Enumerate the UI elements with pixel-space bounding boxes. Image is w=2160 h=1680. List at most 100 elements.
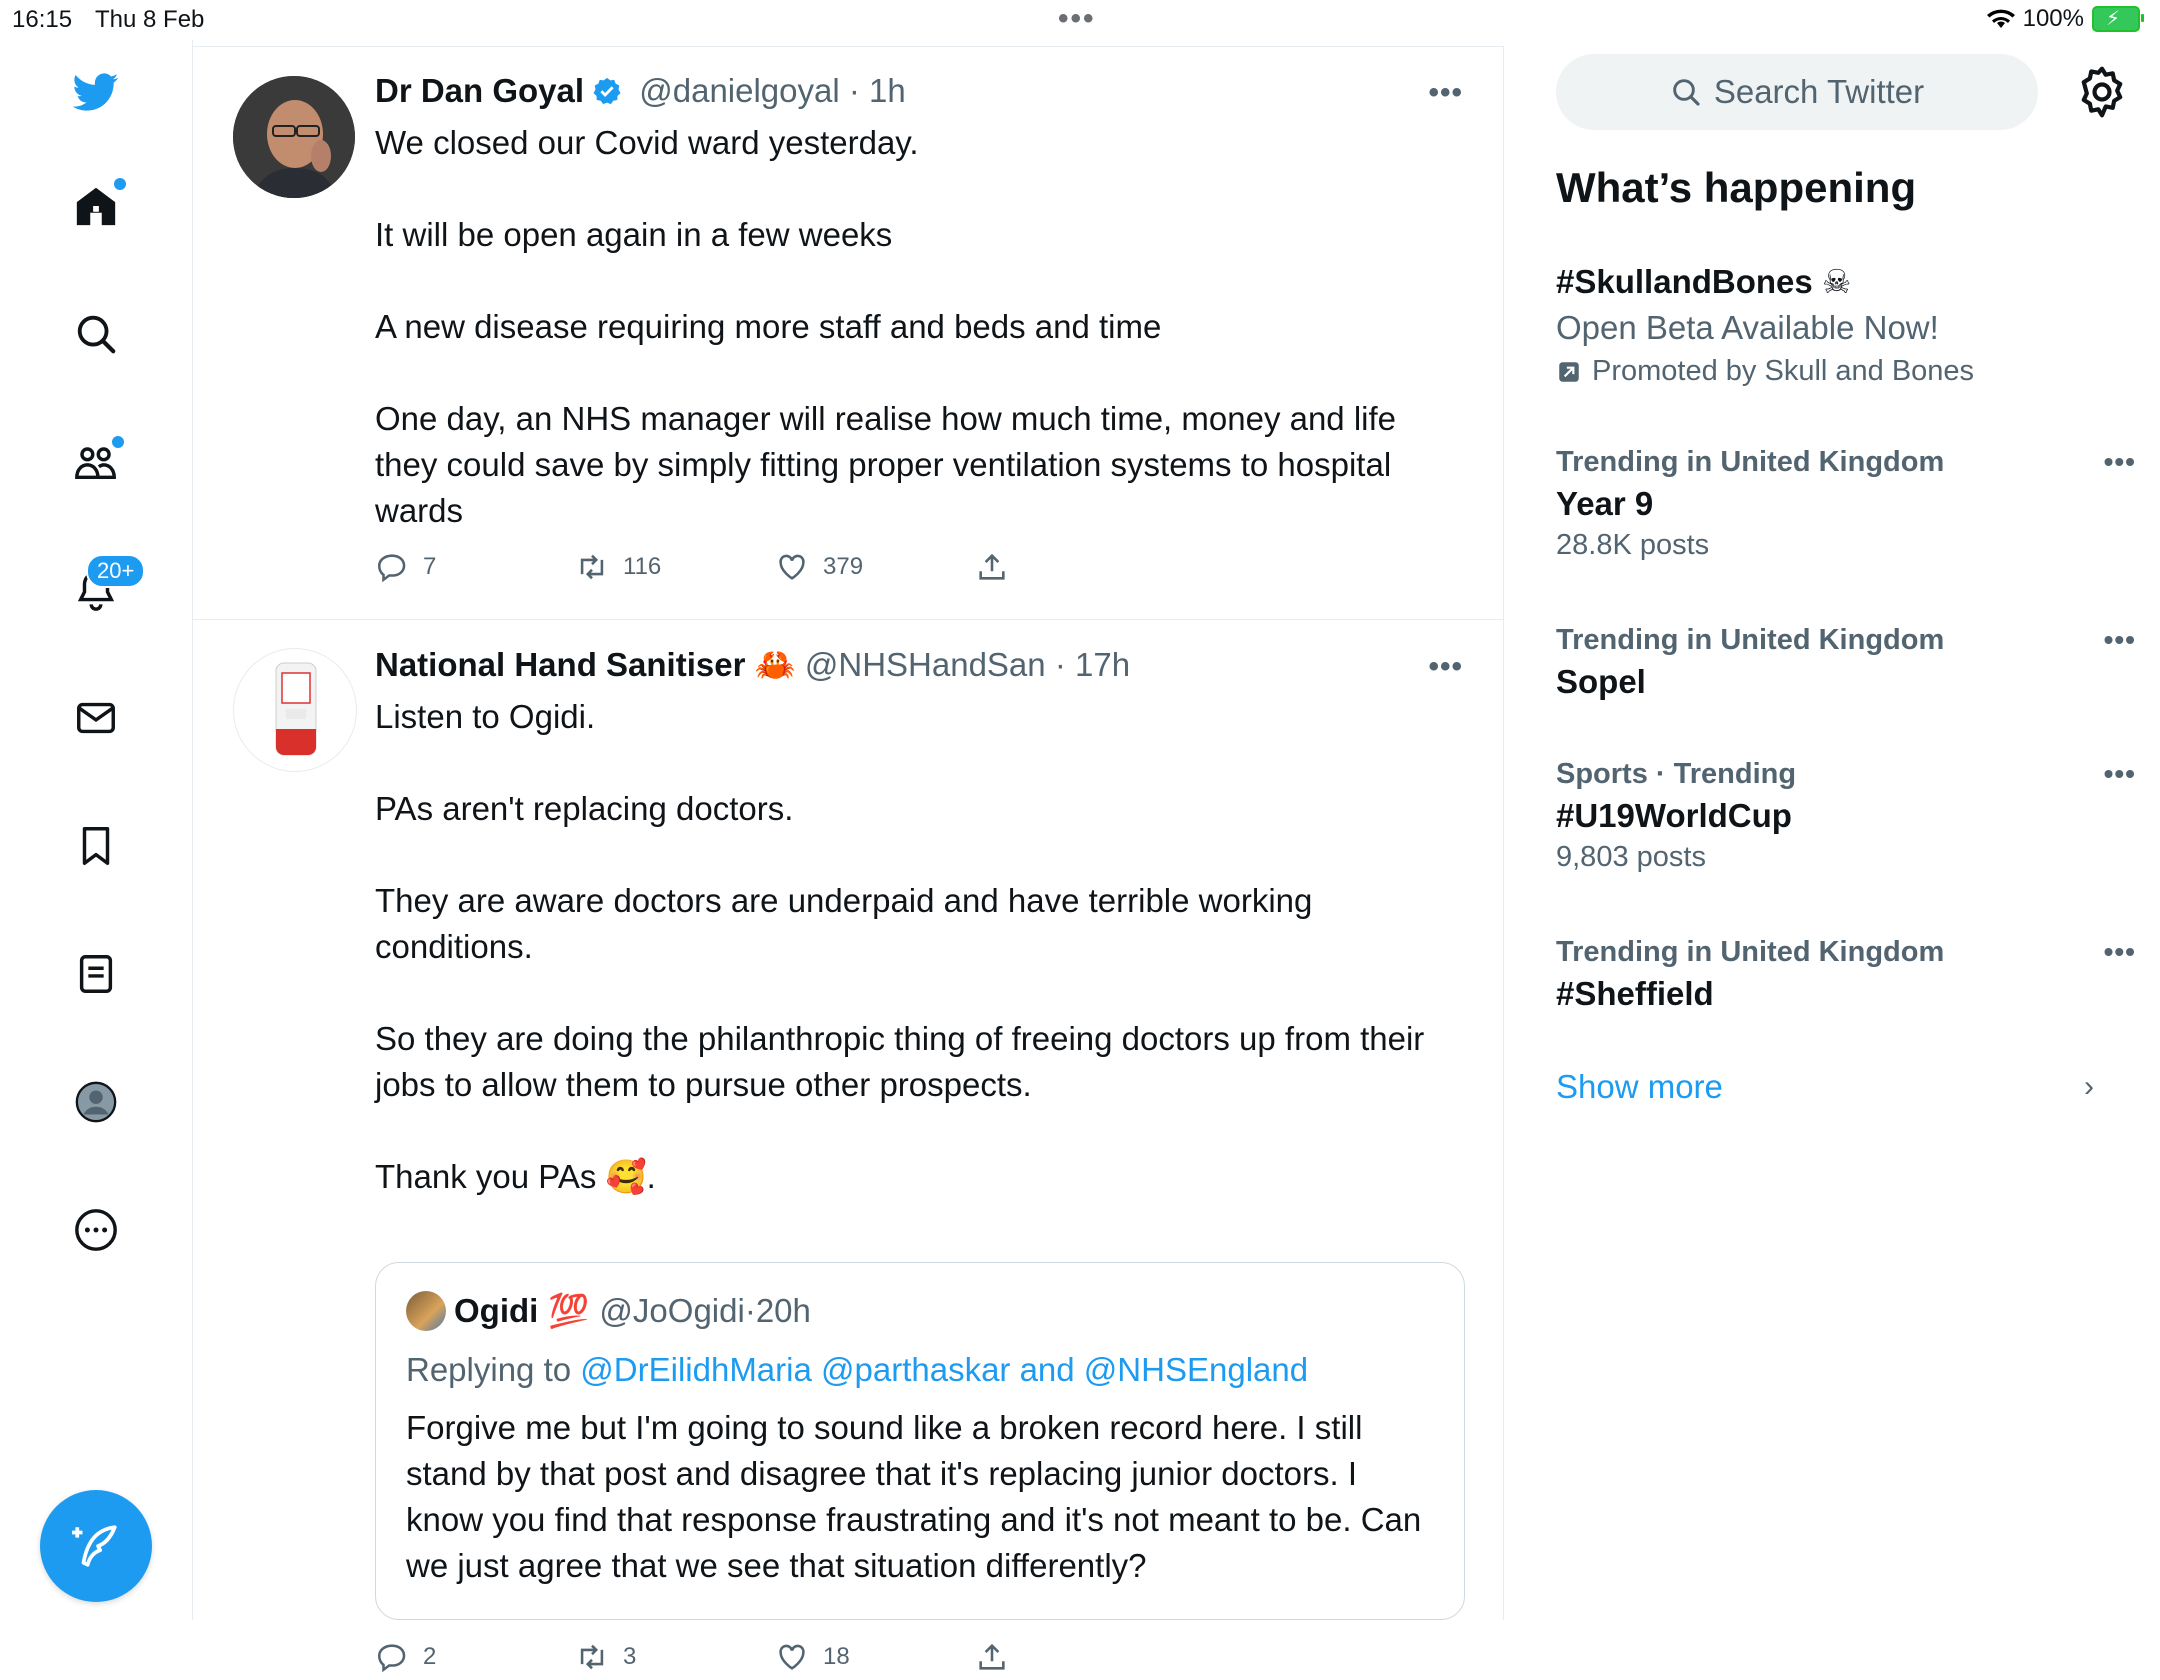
like-button[interactable]: 379 <box>775 550 863 584</box>
trend-item[interactable]: Sports · Trending #U19WorldCup 9,803 pos… <box>1556 758 2135 874</box>
like-count: 379 <box>823 553 864 580</box>
like-count: 18 <box>823 1643 850 1670</box>
trend-item[interactable]: Trending in United Kingdom Sopel ••• <box>1556 624 2135 701</box>
tweet[interactable]: National Hand Sanitiser 🦀 @NHSHandSan · … <box>193 620 1503 1673</box>
battery-percent: 100% <box>2022 5 2084 32</box>
reply-icon <box>377 554 406 583</box>
quoted-author-name[interactable]: Ogidi <box>454 1292 538 1330</box>
author-name[interactable]: National Hand Sanitiser <box>375 646 745 683</box>
replying-to-handles[interactable]: @DrEilidhMaria @parthaskar and @NHSEngla… <box>580 1351 1308 1388</box>
reply-button[interactable]: 7 <box>375 550 436 584</box>
author-name[interactable]: Dr Dan Goyal <box>375 72 584 109</box>
replying-to-prefix: Replying to <box>406 1351 572 1388</box>
compose-feather-icon <box>72 1525 117 1567</box>
heart-icon <box>779 554 805 580</box>
notifications-badge: 20+ <box>86 554 146 588</box>
trend-more-icon[interactable]: ••• <box>2104 446 2136 478</box>
nav-communities[interactable] <box>60 426 132 498</box>
trend-name: #U19WorldCup <box>1556 797 1792 834</box>
trend-meta: Trending in United Kingdom <box>1556 624 1945 656</box>
tweet-paragraph: PAs aren't replacing doctors. <box>375 790 794 827</box>
tweet-more-icon[interactable]: ••• <box>1428 76 1463 110</box>
trend-name: Sopel <box>1556 663 1646 700</box>
reply-button[interactable]: 2 <box>375 1640 436 1674</box>
share-button[interactable] <box>975 550 1009 584</box>
settings-gear-icon[interactable] <box>2074 64 2130 120</box>
whats-happening-title: What’s happening <box>1556 164 1917 211</box>
promo-tag: #SkullandBones <box>1556 263 1813 300</box>
search-input[interactable]: Search Twitter <box>1556 54 2038 130</box>
multitasking-dots-icon[interactable]: ••• <box>1058 2 1096 36</box>
quoted-author-handle[interactable]: @JoOgidi <box>599 1292 744 1330</box>
replying-to: Replying to @DrEilidhMaria @parthaskar a… <box>406 1351 1308 1389</box>
author-handle[interactable]: @danielgoyal <box>639 72 839 109</box>
nav-lists[interactable] <box>60 938 132 1010</box>
avatar[interactable] <box>233 76 355 198</box>
tweet-text: We closed our Covid ward yesterday. It w… <box>375 120 1445 534</box>
bookmark-icon <box>82 827 110 865</box>
trend-more-icon[interactable]: ••• <box>2104 936 2136 968</box>
share-icon <box>979 553 1005 580</box>
trend-name: #Sheffield <box>1556 975 1714 1012</box>
nav-bookmarks[interactable] <box>60 810 132 882</box>
tweet-paragraph: We closed our Covid ward yesterday. <box>375 124 919 161</box>
retweet-button[interactable]: 116 <box>575 550 661 584</box>
retweet-icon <box>580 554 604 580</box>
author-handle[interactable]: @NHSHandSan <box>805 646 1046 683</box>
author-emoji: 🦀 <box>754 646 796 683</box>
show-more-link[interactable]: Show more <box>1556 1068 1723 1106</box>
bird-icon <box>73 73 119 111</box>
trend-item[interactable]: Trending in United Kingdom Year 9 28.8K … <box>1556 446 2135 562</box>
heart-icon <box>779 1644 805 1670</box>
like-button[interactable]: 18 <box>775 1640 850 1674</box>
left-nav: 20+ <box>0 40 193 1620</box>
trend-name: Year 9 <box>1556 485 1654 522</box>
promo-subtitle: Open Beta Available Now! <box>1556 309 1939 346</box>
nav-profile[interactable] <box>60 1066 132 1138</box>
nav-notifications[interactable]: 20+ <box>60 554 146 626</box>
status-date: Thu 8 Feb <box>95 6 205 33</box>
tweet-paragraph: A new disease requiring more staff and b… <box>375 308 1162 345</box>
trend-more-icon[interactable]: ••• <box>2104 758 2136 790</box>
tweet-paragraph: It will be open again in a few weeks <box>375 216 893 253</box>
profile-avatar-icon <box>75 1081 117 1123</box>
reply-count: 7 <box>423 553 437 580</box>
tweet-paragraph: One day, an NHS manager will realise how… <box>375 400 1397 529</box>
compose-tweet-button[interactable] <box>40 1490 152 1602</box>
quoted-tweet-time: 20h <box>755 1292 811 1329</box>
retweet-button[interactable]: 3 <box>575 1640 636 1674</box>
retweet-count: 3 <box>623 1643 637 1670</box>
search-placeholder: Search Twitter <box>1713 73 1925 110</box>
nav-explore[interactable] <box>60 298 132 370</box>
promoted-icon <box>1559 361 1579 382</box>
status-right: 100% ⚡ <box>1986 5 2144 33</box>
nav-more[interactable] <box>60 1194 132 1266</box>
twitter-logo-icon[interactable] <box>60 56 132 128</box>
sanitiser-dispenser-image <box>275 662 317 756</box>
nav-home[interactable] <box>60 170 132 242</box>
share-button[interactable] <box>975 1640 1009 1674</box>
wifi-icon <box>1986 9 2015 28</box>
tweet-header: Dr Dan Goyal @danielgoyal · 1h <box>375 72 906 109</box>
communities-new-dot <box>110 434 126 450</box>
avatar[interactable] <box>233 648 357 772</box>
right-sidebar: Search Twitter What’s happening #Skullan… <box>1504 40 2160 1620</box>
quoted-tweet[interactable]: Ogidi 💯 @JoOgidi · 20h Replying to @DrEi… <box>375 1262 1465 1620</box>
tweet-more-icon[interactable]: ••• <box>1428 650 1463 684</box>
timeline-feed[interactable]: Dr Dan Goyal @danielgoyal · 1h ••• We cl… <box>193 46 1504 1673</box>
tweet[interactable]: Dr Dan Goyal @danielgoyal · 1h ••• We cl… <box>193 46 1503 620</box>
tweet-time[interactable]: 1h <box>869 72 906 109</box>
promoted-trend[interactable]: #SkullandBones ☠ Open Beta Available Now… <box>1556 262 2116 388</box>
tweet-actions: 7 116 379 <box>375 550 1075 590</box>
tweet-time[interactable]: 17h <box>1075 646 1130 683</box>
reply-count: 2 <box>423 1643 437 1670</box>
trend-item[interactable]: Trending in United Kingdom #Sheffield ••… <box>1556 936 2135 1013</box>
nav-messages[interactable] <box>60 682 132 754</box>
tweet-paragraph: They are aware doctors are underpaid and… <box>375 882 1313 965</box>
quoted-author-avatar[interactable] <box>406 1291 446 1331</box>
tweet-paragraph: Listen to Ogidi. <box>375 698 596 735</box>
share-icon <box>979 1643 1005 1670</box>
trend-more-icon[interactable]: ••• <box>2104 624 2136 656</box>
reply-icon <box>377 1644 406 1673</box>
quoted-tweet-header: Ogidi 💯 @JoOgidi · 20h <box>406 1291 811 1331</box>
